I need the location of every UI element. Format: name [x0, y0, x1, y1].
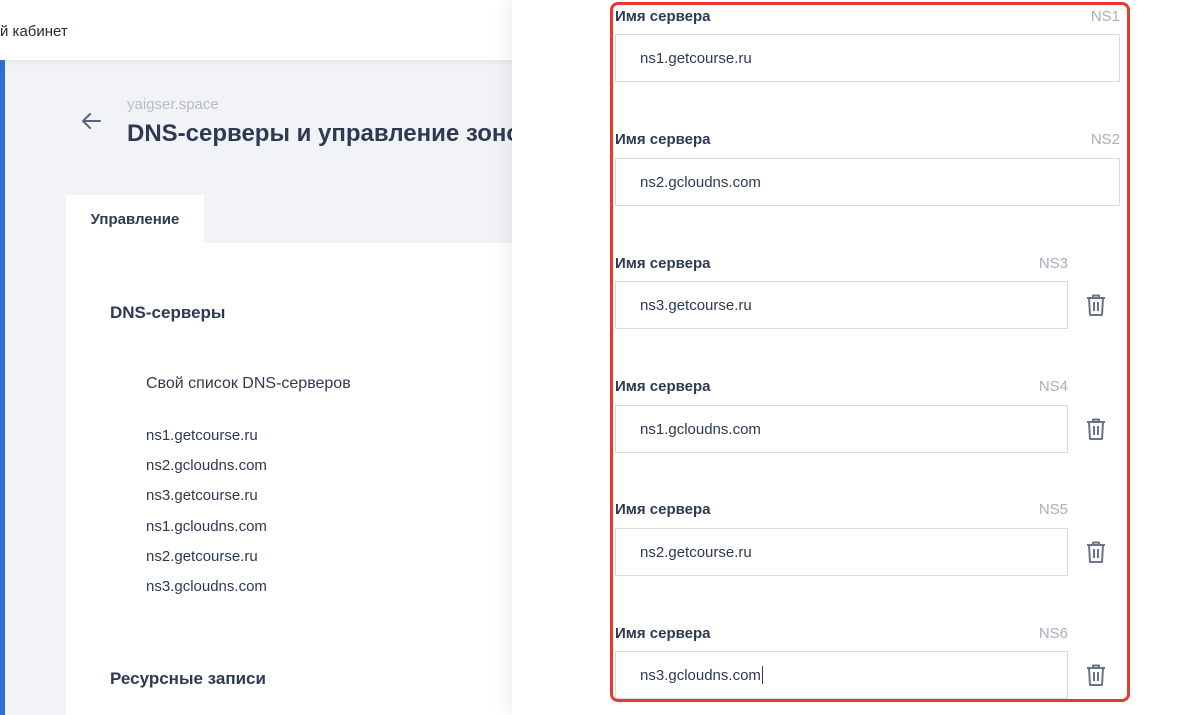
ns4-input[interactable]: ns1.gcloudns.com: [615, 405, 1068, 453]
input-value: ns2.gcloudns.com: [640, 173, 761, 191]
ns-tag: NS2: [1090, 131, 1120, 148]
edit-dns-drawer: [512, 0, 1199, 715]
ns2-input[interactable]: ns2.gcloudns.com: [615, 158, 1120, 206]
input-value: ns3.gcloudns.com: [640, 666, 761, 684]
input-value: ns1.getcourse.ru: [640, 49, 752, 67]
ns-list-item: ns3.getcourse.ru: [146, 487, 258, 504]
input-value: ns3.getcourse.ru: [640, 296, 752, 314]
ns-list-item: ns2.gcloudns.com: [146, 457, 267, 474]
ns-list-item: ns1.getcourse.ru: [146, 427, 258, 444]
ns5-input[interactable]: ns2.getcourse.ru: [615, 528, 1068, 576]
ns-list-item: ns1.gcloudns.com: [146, 518, 267, 535]
input-value: ns1.gcloudns.com: [640, 420, 761, 438]
delete-ns5-trash-icon[interactable]: [1085, 540, 1107, 564]
server-name-label: Имя сервера: [615, 501, 711, 518]
page-title: DNS-серверы и управление зоной: [127, 120, 536, 147]
resource-records-title: Ресурсные записи: [110, 669, 266, 688]
ns-tag: NS5: [1038, 501, 1068, 518]
own-dns-list-label: Свой список DNS-серверов: [146, 375, 351, 392]
back-arrow-icon[interactable]: [78, 108, 104, 134]
ns6-input[interactable]: ns3.gcloudns.com: [615, 651, 1068, 699]
input-value: ns2.getcourse.ru: [640, 543, 752, 561]
ns-list-item: ns3.gcloudns.com: [146, 578, 267, 595]
ns-tag: NS6: [1038, 625, 1068, 642]
server-name-label: Имя сервера: [615, 625, 711, 642]
sidebar-accent-stripe: [0, 60, 5, 715]
text-caret: [761, 666, 763, 684]
dns-section-title: DNS-серверы: [110, 303, 226, 322]
ns1-input[interactable]: ns1.getcourse.ru: [615, 34, 1120, 82]
server-name-label: Имя сервера: [615, 378, 711, 395]
topbar-title[interactable]: й кабинет: [0, 23, 68, 40]
ns-tag: NS4: [1038, 378, 1068, 395]
ns-tag: NS1: [1090, 8, 1120, 25]
server-name-label: Имя сервера: [615, 255, 711, 272]
server-name-label: Имя сервера: [615, 8, 711, 25]
delete-ns4-trash-icon[interactable]: [1085, 417, 1107, 441]
ns-tag: NS3: [1038, 255, 1068, 272]
server-name-label: Имя сервера: [615, 131, 711, 148]
tab-label: Управление: [90, 210, 180, 228]
delete-ns6-trash-icon[interactable]: [1085, 663, 1107, 687]
tab-management[interactable]: Управление: [66, 195, 204, 243]
delete-ns3-trash-icon[interactable]: [1085, 293, 1107, 317]
ns3-input[interactable]: ns3.getcourse.ru: [615, 281, 1068, 329]
ns-list-item: ns2.getcourse.ru: [146, 548, 258, 565]
domain-name: yaigser.space: [127, 96, 219, 113]
